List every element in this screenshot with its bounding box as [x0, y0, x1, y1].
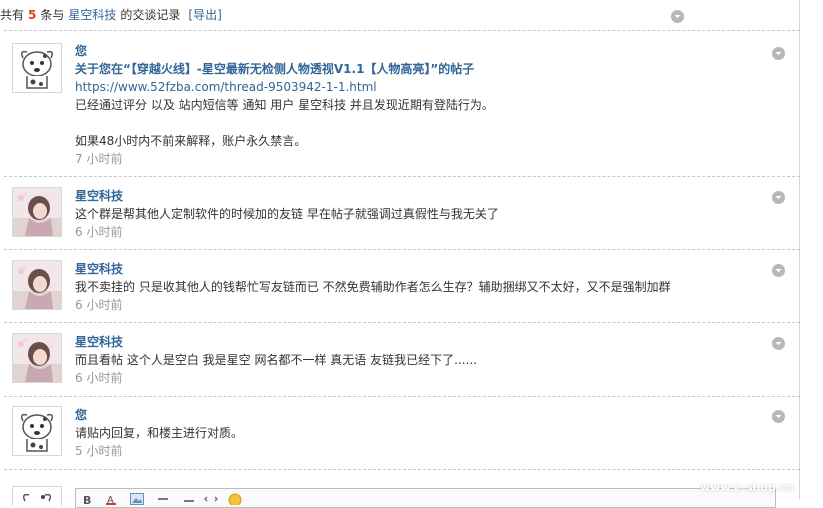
emoticon-icon[interactable] [228, 493, 242, 505]
message-body: 您 关于您在“【穿越火线】-星空最新无检侧人物透视V1.1【人物高亮】”的帖子 … [75, 42, 765, 168]
conversation-header: 共有 5 条与 星空科技 的交谈记录 [导出] [0, 0, 700, 30]
code-icon[interactable] [204, 493, 218, 505]
avatar[interactable] [12, 486, 62, 506]
message-toggle-icon[interactable] [772, 191, 785, 204]
avatar[interactable] [12, 260, 62, 310]
divider [4, 176, 800, 177]
message-text: 请贴内回复，和楼主进行对质。 [75, 426, 244, 440]
message-body: 您 请贴内回复，和楼主进行对质。 5 小时前 [75, 406, 765, 460]
watermark: www.e-shop.cn [700, 481, 795, 494]
avatar[interactable] [12, 333, 62, 383]
link-icon[interactable] [156, 493, 170, 505]
message-body: 星空科技 这个群是帮其他人定制软件的时候加的友链 早在帖子就强调过真假性与我无关… [75, 187, 765, 241]
message-toggle-icon[interactable] [772, 410, 785, 423]
header-prefix: 共有 [0, 8, 25, 22]
timestamp: 6 小时前 [75, 225, 123, 239]
reply-editor[interactable]: B A [75, 488, 776, 508]
header-middle: 条与 [40, 8, 65, 22]
girl-photo-avatar [13, 188, 61, 236]
message-text: 而且看帖 这个人是空白 我是星空 网名都不一样 真无语 友链我已经下了.....… [75, 353, 477, 367]
message-toggle-icon[interactable] [772, 264, 785, 277]
message-body: 星空科技 我不卖挂的 只是收其他人的钱帮忙写友链而已 不然免费辅助作者怎么生存？… [75, 260, 765, 314]
svg-text:B: B [83, 494, 91, 505]
message-text: 我不卖挂的 只是收其他人的钱帮忙写友链而已 不然免费辅助作者怎么生存？辅助捆绑又… [75, 280, 671, 294]
sender-name[interactable]: 您 [75, 42, 765, 60]
timestamp: 7 小时前 [75, 152, 123, 166]
collapse-all-icon[interactable] [671, 10, 684, 23]
sender-name[interactable]: 星空科技 [75, 333, 765, 351]
export-link[interactable]: [导出] [188, 8, 221, 22]
header-suffix: 的交谈记录 [120, 8, 181, 22]
avatar[interactable] [12, 187, 62, 237]
avatar[interactable] [12, 43, 62, 93]
message-toggle-icon[interactable] [772, 47, 785, 60]
timestamp: 5 小时前 [75, 444, 123, 458]
quote-icon[interactable] [182, 493, 196, 505]
girl-photo-avatar [13, 334, 61, 382]
cartoon-dog-icon [13, 407, 61, 455]
avatar[interactable] [12, 406, 62, 456]
message-subject[interactable]: 关于您在“【穿越火线】-星空最新无检侧人物透视V1.1【人物高亮】”的帖子 [75, 60, 765, 78]
partner-name-link[interactable]: 星空科技 [68, 8, 116, 22]
cartoon-dog-icon [13, 487, 61, 506]
message-count: 5 [28, 8, 37, 22]
message-text: 已经通过评分 以及 站内短信等 通知 用户 星空科技 并且发现近期有登陆行为。 [75, 98, 494, 112]
divider [4, 396, 800, 397]
cartoon-dog-icon [13, 44, 61, 92]
image-icon[interactable] [130, 493, 144, 505]
message-body: 星空科技 而且看帖 这个人是空白 我是星空 网名都不一样 真无语 友链我已经下了… [75, 333, 765, 387]
message-toggle-icon[interactable] [772, 337, 785, 350]
bold-icon[interactable]: B [82, 493, 92, 505]
timestamp: 6 小时前 [75, 298, 123, 312]
font-color-icon[interactable]: A [106, 493, 116, 505]
sender-name[interactable]: 星空科技 [75, 260, 765, 278]
thread-link[interactable]: https://www.52fzba.com/thread-9503942-1-… [75, 78, 765, 96]
timestamp: 6 小时前 [75, 371, 123, 385]
sender-name[interactable]: 星空科技 [75, 187, 765, 205]
message-text: 如果48小时内不前来解释，账户永久禁言。 [75, 134, 307, 148]
message-text: 这个群是帮其他人定制软件的时候加的友链 早在帖子就强调过真假性与我无关了 [75, 207, 499, 221]
sender-name[interactable]: 您 [75, 406, 765, 424]
divider [4, 469, 800, 470]
divider [4, 322, 800, 323]
divider [4, 30, 800, 31]
girl-photo-avatar [13, 261, 61, 309]
divider [4, 249, 800, 250]
